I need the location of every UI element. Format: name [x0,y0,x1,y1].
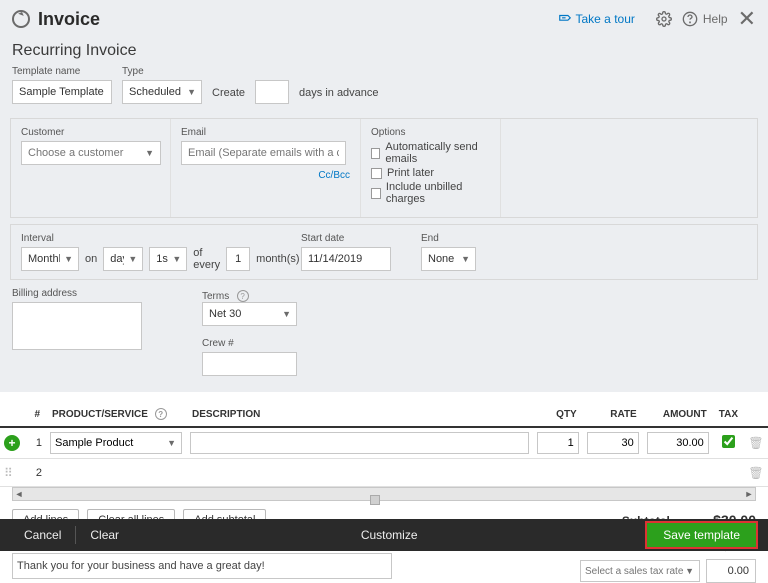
template-name-label: Template name [12,66,112,77]
template-name-input[interactable] [12,80,112,104]
interval-section: Interval ▼ on ▼ ▼ of every month(s) Star… [10,224,758,280]
footer-bar: Cancel Clear Customize Save template [0,519,768,551]
row-num: 1 [26,427,46,459]
ordinal-select[interactable] [149,247,187,271]
col-desc: DESCRIPTION [186,402,533,427]
help-circle-icon[interactable]: ? [237,290,249,302]
help-circle-icon[interactable]: ? [155,408,167,420]
rate-input[interactable] [587,432,639,454]
address-section: Billing address Terms ? ▼ Crew # [0,280,768,384]
end-select[interactable] [421,247,476,271]
scroll-right-icon[interactable]: ► [743,488,755,500]
col-tax: TAX [713,402,744,427]
billing-label: Billing address [12,288,142,299]
col-amount: AMOUNT [643,402,713,427]
tax-amount-input[interactable] [706,559,756,583]
tour-label: Take a tour [576,12,635,26]
customer-label: Customer [21,127,160,138]
col-qty: QTY [533,402,583,427]
page-title: Invoice [38,9,100,30]
qty-input[interactable] [537,432,579,454]
trash-icon[interactable]: 🗑 [748,436,763,450]
cancel-button[interactable]: Cancel [10,522,75,548]
clear-button[interactable]: Clear [76,522,133,548]
col-num: # [26,402,46,427]
message-input[interactable] [12,553,392,579]
tax-checkbox[interactable] [722,435,735,448]
close-icon[interactable]: ✕ [738,8,756,30]
start-date-label: Start date [301,233,401,244]
tour-icon [558,12,572,26]
every-count-input[interactable] [226,247,250,271]
frequency-select[interactable] [21,247,79,271]
options-label: Options [371,127,490,138]
customer-select[interactable] [21,141,161,165]
save-template-button[interactable]: Save template [645,521,758,549]
email-input[interactable] [181,141,346,165]
customize-button[interactable]: Customize [347,522,432,548]
print-later-checkbox[interactable]: Print later [371,167,490,179]
type-label: Type [122,66,202,77]
horizontal-scrollbar[interactable]: ◄ ► [12,487,756,501]
scroll-left-icon[interactable]: ◄ [13,488,25,500]
days-advance-input[interactable] [255,80,289,104]
amount-input[interactable] [647,432,709,454]
recurring-icon [12,10,30,28]
help-label[interactable]: Help [703,12,728,26]
customer-email-options: Customer ▼ Email Cc/Bcc Options Automati… [10,118,758,218]
include-unbilled-checkbox[interactable]: Include unbilled charges [371,181,490,205]
interval-label: Interval [21,233,281,244]
line-items-table: # PRODUCT/SERVICE ? DESCRIPTION QTY RATE… [0,402,768,487]
recurring-title: Recurring Invoice [12,42,756,60]
ccbcc-link[interactable]: Cc/Bcc [181,170,350,181]
start-date-input[interactable] [301,247,391,271]
line-items-area: # PRODUCT/SERVICE ? DESCRIPTION QTY RATE… [0,392,768,583]
type-select[interactable] [122,80,202,104]
day-select[interactable] [103,247,143,271]
scroll-thumb[interactable] [370,495,380,505]
header-bar: Invoice Take a tour Help ✕ [0,0,768,38]
table-row: + 1 ▼ 🗑 [0,427,768,459]
take-tour-link[interactable]: Take a tour [558,12,635,26]
billing-textarea[interactable] [12,302,142,350]
auto-send-checkbox[interactable]: Automatically send emails [371,141,490,165]
gear-icon[interactable] [655,10,673,28]
terms-label: Terms [202,291,229,302]
email-label: Email [181,127,350,138]
create-label: Create [212,87,245,104]
tax-rate-select[interactable] [580,560,700,582]
days-advance-label: days in advance [299,87,379,104]
end-label: End [421,233,476,244]
table-row: ⠿ 2 🗑 [0,459,768,487]
help-icon[interactable] [681,10,699,28]
row-num: 2 [26,459,46,487]
col-product: PRODUCT/SERVICE [52,409,148,420]
grip-icon[interactable]: ⠿ [4,466,13,480]
trash-icon[interactable]: 🗑 [748,466,763,480]
recurring-section: Recurring Invoice Template name Type ▼ C… [0,38,768,112]
description-input[interactable] [190,432,529,454]
add-line-icon[interactable]: + [4,435,20,451]
col-rate: RATE [583,402,643,427]
terms-select[interactable] [202,302,297,326]
product-select[interactable] [50,432,182,454]
crew-input[interactable] [202,352,297,376]
crew-label: Crew # [202,338,297,349]
